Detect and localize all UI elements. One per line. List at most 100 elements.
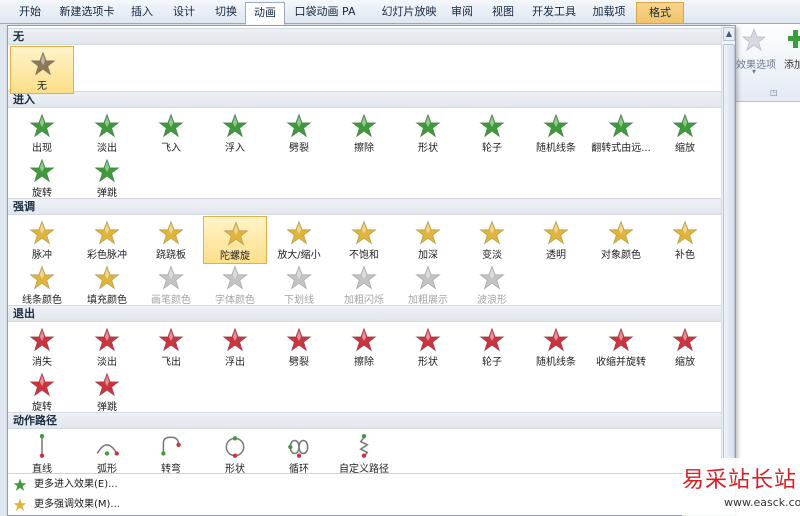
entrance-effect-item[interactable]: 劈裂 (267, 109, 331, 157)
effect-label: 补色 (675, 250, 695, 261)
scroll-up-icon[interactable]: ▲ (723, 27, 735, 41)
exit-effect-item[interactable]: 劈裂 (267, 323, 331, 371)
emphasis-effect-item[interactable]: 变淡 (460, 216, 524, 264)
emphasis-effect-item[interactable]: 不饱和 (332, 216, 396, 264)
motion-effect-item[interactable]: 形状 (203, 430, 267, 478)
emphasis-effect-item[interactable]: 下划线 (267, 261, 331, 309)
emphasis-effect-item[interactable]: 补色 (653, 216, 717, 264)
star-icon (415, 220, 441, 245)
motion-effect-item[interactable]: 循环 (267, 430, 331, 478)
star-icon (672, 113, 698, 138)
entrance-effect-item[interactable]: 轮子 (460, 109, 524, 157)
motion-effect-item[interactable]: 自定义路径 (332, 430, 396, 478)
exit-effect-item[interactable]: 缩放 (653, 323, 717, 371)
exit-effect-item[interactable]: 弹跳 (75, 368, 139, 416)
exit-effect-item[interactable]: 随机线条 (524, 323, 588, 371)
star-icon (29, 220, 55, 245)
effect-label: 弹跳 (97, 188, 117, 199)
exit-effect-item[interactable]: 擦除 (332, 323, 396, 371)
dialog-launcher-icon[interactable]: ◳ (770, 88, 778, 97)
star-icon (223, 221, 249, 246)
star-icon (351, 265, 377, 290)
emphasis-effect-item[interactable]: 字体颜色 (203, 261, 267, 309)
ribbon-tab-bar: 开始 新建选项卡 插入 设计 切换 动画 口袋动画 PA 幻灯片放映 审阅 视图… (0, 0, 800, 25)
motion-effect-item[interactable]: 弧形 (75, 430, 139, 478)
entrance-effect-item[interactable]: 随机线条 (524, 109, 588, 157)
motion-path-icon (288, 439, 309, 458)
entrance-effect-item[interactable]: 形状 (396, 109, 460, 157)
star-icon (543, 327, 569, 352)
tab-addins[interactable]: 加载项 (588, 2, 630, 24)
exit-effect-item[interactable]: 飞出 (139, 323, 203, 371)
add-animation-icon[interactable] (788, 28, 800, 52)
emphasis-effect-item[interactable]: 线条颜色 (10, 261, 74, 309)
exit-effect-item[interactable]: 消失 (10, 323, 74, 371)
entrance-effect-item[interactable]: 翻转式由远... (589, 109, 653, 157)
emphasis-effect-item[interactable]: 画笔颜色 (139, 261, 203, 309)
emphasis-effect-item[interactable]: 透明 (524, 216, 588, 264)
entrance-effect-item[interactable]: 淡出 (75, 109, 139, 157)
tab-animations[interactable]: 动画 (245, 2, 285, 25)
emphasis-effect-item[interactable]: 加深 (396, 216, 460, 264)
star-icon (286, 113, 312, 138)
entrance-effect-item[interactable]: 缩放 (653, 109, 717, 157)
more-emphasis-effects[interactable]: 更多强调效果(M)... (8, 495, 721, 515)
entrance-effect-item[interactable]: 擦除 (332, 109, 396, 157)
effect-label: 无 (37, 81, 47, 92)
entrance-effect-item[interactable]: 浮入 (203, 109, 267, 157)
entrance-effect-item[interactable]: 飞入 (139, 109, 203, 157)
emphasis-effect-item[interactable]: 加粗展示 (396, 261, 460, 309)
tab-transitions[interactable]: 切换 (208, 2, 244, 24)
exit-effect-item[interactable]: 轮子 (460, 323, 524, 371)
more-entrance-effects[interactable]: 更多进入效果(E)... (8, 475, 721, 495)
emphasis-effect-item[interactable]: 加粗闪烁 (332, 261, 396, 309)
add-animation-label[interactable]: 添加 (784, 56, 800, 71)
star-icon (222, 113, 248, 138)
tab-slideshow[interactable]: 幻灯片放映 (378, 2, 440, 24)
emphasis-effect-item[interactable]: 跷跷板 (139, 216, 203, 264)
star-icon (351, 113, 377, 138)
entrance-effect-item[interactable]: 出现 (10, 109, 74, 157)
emphasis-effect-item[interactable]: 彩色脉冲 (75, 216, 139, 264)
more-entrance-label: 更多进入效果(E)... (34, 479, 118, 490)
emphasis-effect-item[interactable]: 填充颜色 (75, 261, 139, 309)
exit-effect-item[interactable]: 收缩并旋转 (589, 323, 653, 371)
star-icon (94, 158, 120, 183)
emphasis-effect-item[interactable]: 放大/缩小 (267, 216, 331, 264)
tab-developer[interactable]: 开发工具 (528, 2, 580, 24)
slide-area (730, 102, 800, 516)
exit-effect-item[interactable]: 淡出 (75, 323, 139, 371)
emphasis-effect-item[interactable]: 陀螺旋 (203, 216, 267, 264)
star-icon (543, 220, 569, 245)
entrance-effect-item[interactable]: 弹跳 (75, 154, 139, 202)
motion-path-icon (39, 434, 45, 458)
star-icon (479, 113, 505, 138)
star-icon (286, 327, 312, 352)
exit-effect-item[interactable]: 旋转 (10, 368, 74, 416)
emphasis-effect-item[interactable]: 波浪形 (460, 261, 524, 309)
tab-design[interactable]: 设计 (166, 2, 202, 24)
star-icon (608, 113, 634, 138)
tab-review[interactable]: 审阅 (446, 2, 478, 24)
emphasis-effect-item[interactable]: 对象颜色 (589, 216, 653, 264)
watermark: 易采站长站 www.easck.com (682, 458, 800, 516)
none-effect-item[interactable]: 无 (10, 46, 74, 94)
motion-effect-item[interactable]: 直线 (10, 430, 74, 478)
emphasis-effect-item[interactable]: 脉冲 (10, 216, 74, 264)
entrance-star-icon (13, 478, 27, 491)
exit-effect-item[interactable]: 浮出 (203, 323, 267, 371)
tab-insert[interactable]: 插入 (124, 2, 160, 24)
watermark-url: www.easck.com (724, 496, 800, 509)
tab-view[interactable]: 视图 (487, 2, 519, 24)
star-icon (672, 220, 698, 245)
exit-effect-item[interactable]: 形状 (396, 323, 460, 371)
tab-home[interactable]: 开始 (10, 2, 50, 24)
entrance-effect-item[interactable]: 旋转 (10, 154, 74, 202)
motion-effect-item[interactable]: 转弯 (139, 430, 203, 478)
tab-pocket-animation[interactable]: 口袋动画 PA (292, 2, 358, 24)
tab-new-tab[interactable]: 新建选项卡 (56, 2, 118, 24)
tab-format[interactable]: 格式 (636, 2, 684, 24)
star-icon (479, 265, 505, 290)
chevron-down-icon[interactable]: ▾ (752, 67, 756, 76)
effect-options-star-icon[interactable] (742, 28, 766, 52)
